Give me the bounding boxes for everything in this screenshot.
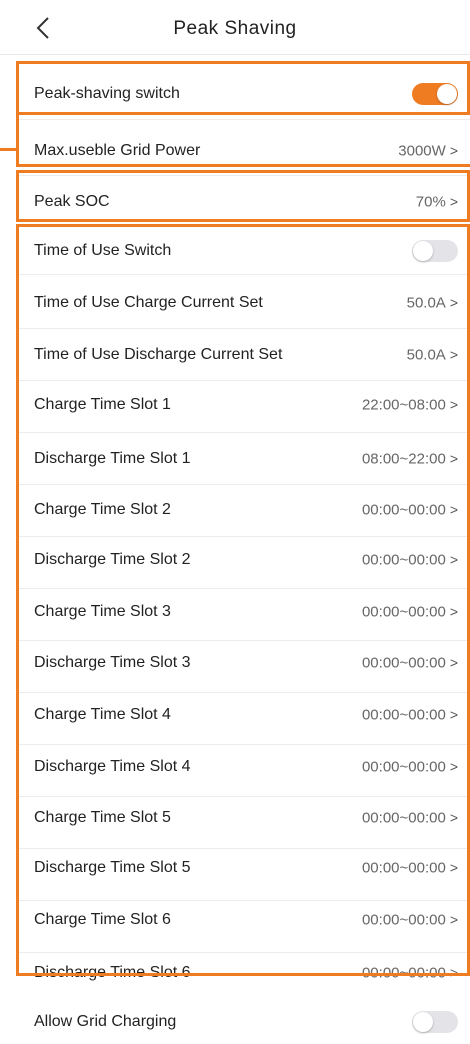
setting-label: Time of Use Charge Current Set: [34, 294, 263, 311]
setting-row-charge-slot-1[interactable]: Charge Time Slot 1 22:00~08:00 >: [34, 385, 458, 425]
setting-label: Time of Use Discharge Current Set: [34, 346, 283, 363]
setting-row-discharge-slot-1[interactable]: Discharge Time Slot 1 08:00~22:00 >: [34, 439, 458, 479]
setting-label: Discharge Time Slot 4: [34, 758, 191, 775]
setting-row-allow-grid-charging[interactable]: Allow Grid Charging: [34, 1002, 458, 1042]
chevron-right-icon: >: [449, 142, 458, 159]
setting-value: 00:00~00:00 >: [361, 551, 458, 569]
highlight-leader-line: [0, 148, 18, 151]
chevron-right-icon: >: [449, 603, 458, 620]
divider: [16, 588, 470, 589]
setting-row-charge-slot-6[interactable]: Charge Time Slot 6 00:00~00:00 >: [34, 900, 458, 940]
toggle-knob: [437, 84, 457, 104]
chevron-right-icon: >: [449, 706, 458, 723]
chevron-right-icon: >: [449, 758, 458, 775]
setting-label: Peak-shaving switch: [34, 85, 180, 102]
setting-row-charge-slot-5[interactable]: Charge Time Slot 5 00:00~00:00 >: [34, 798, 458, 838]
chevron-right-icon: >: [449, 911, 458, 928]
setting-row-discharge-slot-5[interactable]: Discharge Time Slot 5 00:00~00:00 >: [34, 848, 458, 888]
divider: [16, 328, 470, 329]
setting-row-tou-discharge-current[interactable]: Time of Use Discharge Current Set 50.0A >: [34, 335, 458, 375]
peak-shaving-toggle[interactable]: [412, 83, 458, 105]
divider: [16, 274, 470, 275]
divider: [16, 380, 470, 381]
divider: [16, 536, 470, 537]
setting-row-discharge-slot-6[interactable]: Discharge Time Slot 6 00:00~00:00 >: [34, 953, 458, 993]
page-title: Peak Shaving: [173, 18, 297, 39]
setting-label: Allow Grid Charging: [34, 1013, 177, 1030]
toggle-knob: [413, 241, 433, 261]
setting-value: 70% >: [415, 193, 458, 211]
setting-row-peak-shaving-switch[interactable]: Peak-shaving switch: [34, 74, 458, 114]
setting-label: Charge Time Slot 6: [34, 911, 171, 928]
setting-label: Charge Time Slot 5: [34, 809, 171, 826]
chevron-right-icon: >: [449, 346, 458, 363]
chevron-right-icon: >: [449, 396, 458, 413]
chevron-right-icon: >: [449, 294, 458, 311]
setting-row-charge-slot-2[interactable]: Charge Time Slot 2 00:00~00:00 >: [34, 490, 458, 530]
setting-value: 00:00~00:00 >: [361, 501, 458, 519]
chevron-right-icon: >: [449, 964, 458, 981]
setting-value: 00:00~00:00 >: [361, 758, 458, 776]
setting-label: Charge Time Slot 1: [34, 396, 171, 413]
setting-row-charge-slot-3[interactable]: Charge Time Slot 3 00:00~00:00 >: [34, 592, 458, 632]
setting-value: 50.0A >: [406, 294, 458, 312]
allow-grid-charging-toggle[interactable]: [412, 1011, 458, 1033]
setting-label: Charge Time Slot 3: [34, 603, 171, 620]
setting-value: 00:00~00:00 >: [361, 706, 458, 724]
setting-label: Time of Use Switch: [34, 242, 172, 259]
setting-row-discharge-slot-2[interactable]: Discharge Time Slot 2 00:00~00:00 >: [34, 540, 458, 580]
setting-row-peak-soc[interactable]: Peak SOC 70% >: [34, 182, 458, 222]
divider: [16, 796, 470, 797]
nav-bar: Peak Shaving: [0, 0, 470, 55]
toggle-knob: [413, 1012, 433, 1032]
setting-label: Discharge Time Slot 1: [34, 450, 191, 467]
chevron-right-icon: >: [449, 809, 458, 826]
divider: [16, 175, 470, 176]
setting-row-discharge-slot-4[interactable]: Discharge Time Slot 4 00:00~00:00 >: [34, 747, 458, 787]
setting-value: 00:00~00:00 >: [361, 603, 458, 621]
setting-value: 00:00~00:00 >: [361, 911, 458, 929]
setting-value: 50.0A >: [406, 346, 458, 364]
divider: [16, 640, 470, 641]
divider: [16, 692, 470, 693]
chevron-right-icon: >: [449, 501, 458, 518]
divider: [16, 119, 470, 120]
setting-label: Charge Time Slot 4: [34, 706, 171, 723]
setting-value: 22:00~08:00 >: [361, 396, 458, 414]
setting-value: 00:00~00:00 >: [361, 964, 458, 982]
chevron-right-icon: >: [449, 859, 458, 876]
chevron-right-icon: >: [449, 193, 458, 210]
setting-label: Peak SOC: [34, 193, 110, 210]
setting-value: 00:00~00:00 >: [361, 654, 458, 672]
chevron-right-icon: >: [449, 551, 458, 568]
setting-row-time-of-use-switch[interactable]: Time of Use Switch: [34, 231, 458, 271]
setting-label: Max.useble Grid Power: [34, 142, 201, 159]
setting-value: 3000W >: [398, 142, 458, 160]
setting-row-max-grid-power[interactable]: Max.useble Grid Power 3000W >: [34, 131, 458, 171]
setting-row-tou-charge-current[interactable]: Time of Use Charge Current Set 50.0A >: [34, 283, 458, 323]
setting-label: Discharge Time Slot 6: [34, 964, 191, 981]
setting-label: Discharge Time Slot 3: [34, 654, 191, 671]
setting-row-discharge-slot-3[interactable]: Discharge Time Slot 3 00:00~00:00 >: [34, 643, 458, 683]
setting-value: 00:00~00:00 >: [361, 859, 458, 877]
setting-value: 00:00~00:00 >: [361, 809, 458, 827]
divider: [16, 484, 470, 485]
divider: [16, 432, 470, 433]
chevron-right-icon: >: [449, 450, 458, 467]
chevron-right-icon: >: [449, 654, 458, 671]
setting-row-charge-slot-4[interactable]: Charge Time Slot 4 00:00~00:00 >: [34, 695, 458, 735]
setting-label: Charge Time Slot 2: [34, 501, 171, 518]
setting-value: 08:00~22:00 >: [361, 450, 458, 468]
setting-label: Discharge Time Slot 2: [34, 551, 191, 568]
divider: [16, 744, 470, 745]
setting-label: Discharge Time Slot 5: [34, 859, 191, 876]
time-of-use-toggle[interactable]: [412, 240, 458, 262]
